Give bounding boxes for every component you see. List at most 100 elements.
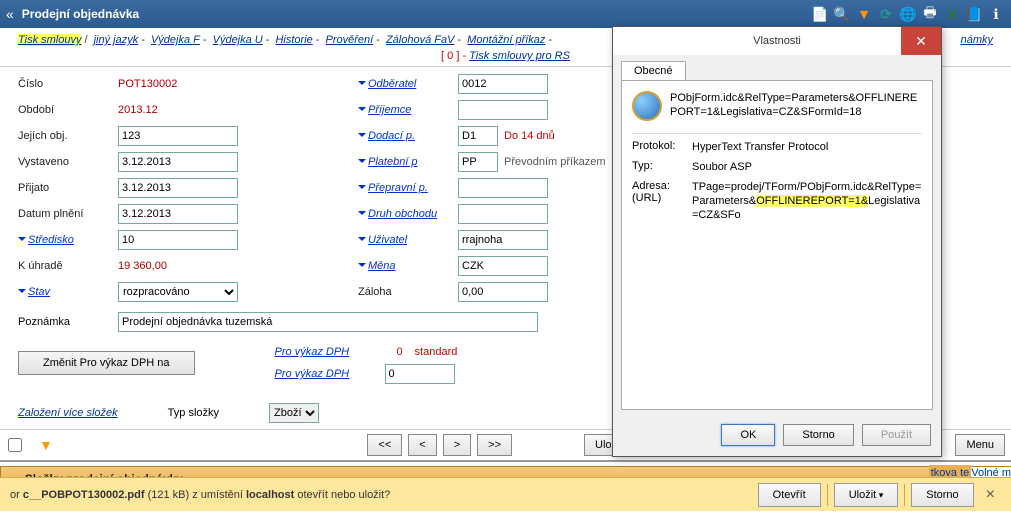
- protokol-label: Protokol:: [632, 140, 692, 154]
- tab-obecne[interactable]: Obecné: [621, 61, 686, 80]
- obdobi-label: Období: [18, 104, 118, 116]
- refresh-icon[interactable]: ⟳: [877, 5, 895, 23]
- properties-dialog: Vlastnosti ✕ Obecné PObjForm.idc&RelType…: [612, 26, 942, 457]
- search-icon[interactable]: 🔍: [833, 5, 851, 23]
- dodaci-input[interactable]: [458, 126, 498, 146]
- dl-cancel-button[interactable]: Storno: [911, 483, 973, 507]
- link-historie[interactable]: Historie: [275, 34, 312, 46]
- typ-label: Typ:: [632, 160, 692, 174]
- dph1-link[interactable]: Pro výkaz DPH: [275, 346, 385, 358]
- download-bar: or c__POBPOT130002.pdf (121 kB) z umístě…: [0, 477, 1011, 511]
- typ-label: Typ složky: [168, 407, 219, 419]
- link-vydejka-u[interactable]: Výdejka U: [213, 34, 263, 46]
- datum-label: Datum plnění: [18, 208, 118, 220]
- vystaveno-label: Vystaveno: [18, 156, 118, 168]
- uzivatel-input[interactable]: [458, 230, 548, 250]
- link-montazni[interactable]: Montážní příkaz: [467, 34, 545, 46]
- platebni-input[interactable]: [458, 152, 498, 172]
- globe-large-icon: [632, 91, 662, 121]
- stredisko-link[interactable]: Středisko: [18, 234, 118, 246]
- link-vydejka-f[interactable]: Výdejka F: [151, 34, 200, 46]
- druh-link[interactable]: Druh obchodu: [358, 208, 458, 220]
- dialog-title: Vlastnosti: [753, 35, 801, 47]
- link-namky[interactable]: námky: [961, 34, 993, 46]
- select-all-checkbox[interactable]: [8, 438, 22, 452]
- dodaci-aux: Do 14 dnů: [504, 130, 555, 142]
- excel-icon[interactable]: X: [943, 5, 961, 23]
- nav-prev-button[interactable]: <: [408, 434, 436, 456]
- jejich-label: Jejích obj.: [18, 130, 118, 142]
- prijemce-link[interactable]: Příjemce: [358, 104, 458, 116]
- typ-select[interactable]: Zboží: [269, 403, 319, 423]
- dph2-input[interactable]: [385, 364, 455, 384]
- dl-close-icon[interactable]: ×: [980, 486, 1001, 504]
- dph2-link[interactable]: Pro výkaz DPH: [275, 368, 385, 380]
- prijato-input[interactable]: [118, 178, 238, 198]
- dialog-pouzit-button: Použít: [862, 424, 931, 446]
- platebni-link[interactable]: Platební p: [358, 156, 458, 168]
- line2-prefix: [ 0 ] -: [441, 50, 469, 62]
- window-title: Prodejní objednávka: [22, 7, 811, 21]
- new-doc-icon[interactable]: 📄: [811, 5, 829, 23]
- odberatel-link[interactable]: Odběratel: [358, 78, 458, 90]
- link-zalohova[interactable]: Zálohová FaV: [386, 34, 454, 46]
- protokol-value: HyperText Transfer Protocol: [692, 140, 922, 154]
- stredisko-input[interactable]: [118, 230, 238, 250]
- mena-input[interactable]: [458, 256, 548, 276]
- druh-input[interactable]: [458, 204, 548, 224]
- mena-link[interactable]: Měna: [358, 260, 458, 272]
- menu-button[interactable]: Menu: [955, 434, 1005, 456]
- globe-icon[interactable]: 🌐: [899, 5, 917, 23]
- link-tisk-smlouvy[interactable]: Tisk smlouvy: [18, 34, 81, 46]
- dph1-num: 0: [385, 346, 415, 358]
- collapse-icon[interactable]: «: [6, 6, 14, 22]
- zmenit-dph-button[interactable]: Změnit Pro výkaz DPH na: [18, 351, 195, 375]
- print-icon[interactable]: 🖶: [921, 5, 939, 23]
- cislo-label: Číslo: [18, 78, 118, 90]
- dialog-title-bar: Vlastnosti ✕: [613, 27, 941, 55]
- link-provereni[interactable]: Prověření: [326, 34, 374, 46]
- dialog-ok-button[interactable]: OK: [721, 424, 775, 446]
- zalozeni-link[interactable]: Založení více složek: [18, 407, 118, 419]
- obdobi-value: 2013.12: [118, 104, 158, 116]
- title-bar: « Prodejní objednávka 📄 🔍 ▼ ⟳ 🌐 🖶 X 📘 ℹ: [0, 0, 1011, 28]
- download-text: or c__POBPOT130002.pdf (121 kB) z umístě…: [10, 489, 390, 501]
- link-jiny-jazyk[interactable]: jiný jazyk: [94, 34, 139, 46]
- kuhrade-label: K úhradě: [18, 260, 118, 272]
- nav-last-button[interactable]: >>: [477, 434, 512, 456]
- dodaci-link[interactable]: Dodací p.: [358, 130, 458, 142]
- zaloha-label: Záloha: [358, 286, 458, 298]
- platebni-aux: Převodním příkazem: [504, 156, 605, 168]
- odberatel-input[interactable]: [458, 74, 548, 94]
- prepravni-input[interactable]: [458, 178, 548, 198]
- note-input[interactable]: [118, 312, 538, 332]
- prijato-label: Přijato: [18, 182, 118, 194]
- jejich-input[interactable]: [118, 126, 238, 146]
- dl-save-button[interactable]: Uložit: [834, 483, 899, 507]
- prijemce-input[interactable]: [458, 100, 548, 120]
- vystaveno-input[interactable]: [118, 152, 238, 172]
- nav-next-button[interactable]: >: [443, 434, 471, 456]
- filter-icon[interactable]: ▼: [855, 5, 873, 23]
- nav-first-button[interactable]: <<: [367, 434, 402, 456]
- dialog-close-button[interactable]: ✕: [901, 27, 941, 55]
- prepravni-link[interactable]: Přepravní p.: [358, 182, 458, 194]
- uzivatel-link[interactable]: Uživatel: [358, 234, 458, 246]
- help-icon[interactable]: 📘: [965, 5, 983, 23]
- funnel-icon[interactable]: ▼: [35, 437, 153, 453]
- datum-input[interactable]: [118, 204, 238, 224]
- url-summary: PObjForm.idc&RelType=Parameters&OFFLINER…: [670, 91, 922, 119]
- dialog-storno-button[interactable]: Storno: [783, 424, 853, 446]
- kuhrade-value: 19 360,00: [118, 260, 167, 272]
- link-tisk-rs[interactable]: Tisk smlouvy pro RS: [469, 50, 570, 62]
- note-label: Poznámka: [18, 316, 118, 328]
- adresa-value: TPage=prodej/TForm/PObjForm.idc&RelType=…: [692, 180, 922, 222]
- dialog-body: PObjForm.idc&RelType=Parameters&OFFLINER…: [621, 80, 933, 410]
- zaloha-input[interactable]: [458, 282, 548, 302]
- stav-select[interactable]: rozpracováno: [118, 282, 238, 302]
- dph1-txt: standard: [415, 346, 458, 358]
- cislo-value: POT130002: [118, 78, 177, 90]
- stav-link[interactable]: Stav: [18, 286, 118, 298]
- info-icon[interactable]: ℹ: [987, 5, 1005, 23]
- dl-open-button[interactable]: Otevřít: [758, 483, 821, 507]
